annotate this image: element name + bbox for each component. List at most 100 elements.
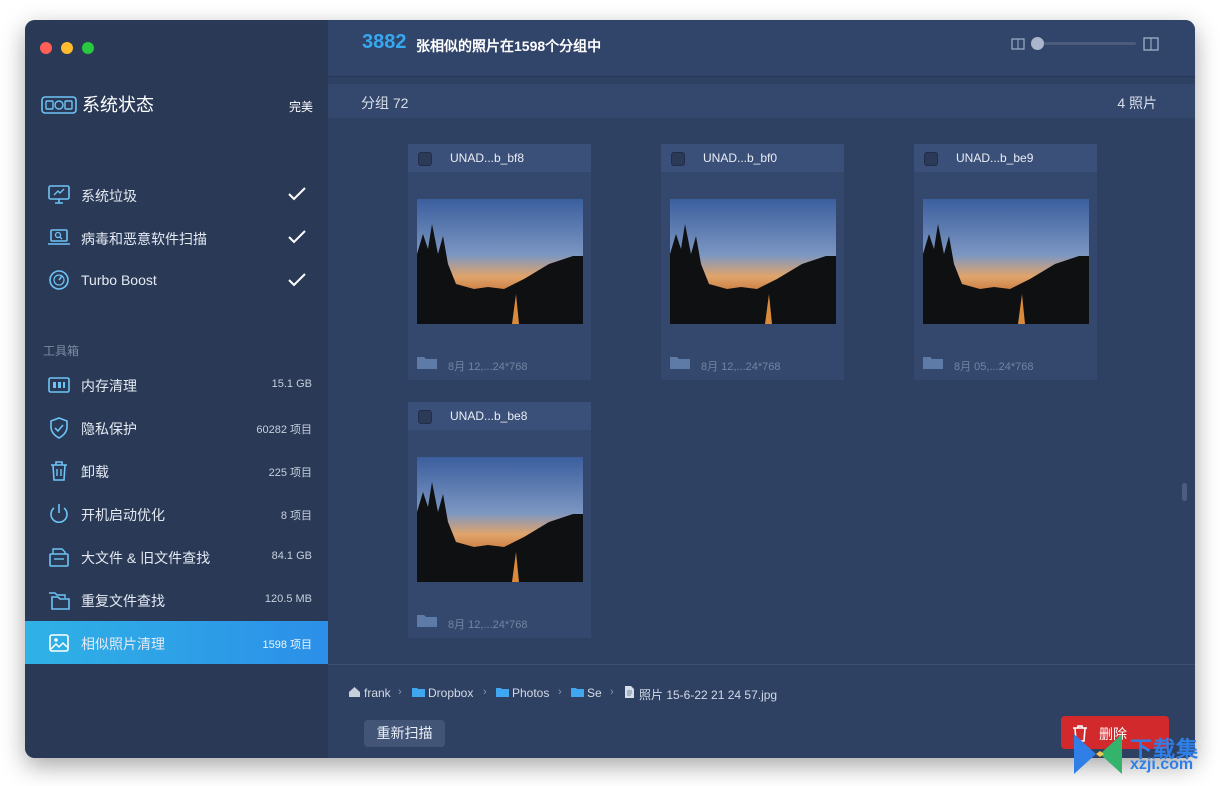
duplicate-folder-icon (49, 592, 70, 610)
summary-text: 张相似的照片在1598个分组中 (416, 38, 602, 54)
breadcrumb-label: Se (587, 686, 602, 700)
photo-info: 8月 12,...24*768 (448, 619, 528, 631)
sidebar-item-uninstall[interactable]: 卸载 225 项目 (25, 449, 328, 492)
sidebar-item-label: 卸载 (81, 464, 109, 480)
system-status[interactable]: 系统状态 完美 (41, 94, 313, 118)
sidebar-item-startup[interactable]: 开机启动优化 8 项目 (25, 492, 328, 535)
thumbnail-small-icon[interactable] (1011, 38, 1025, 50)
sidebar-item-meta: 120.5 MB (264, 593, 312, 605)
sidebar-item-label: 重复文件查找 (81, 593, 165, 609)
chevron-right-icon: › (398, 686, 402, 698)
photo-checkbox[interactable] (924, 152, 938, 166)
photo-card-header: UNAD...b_bf0 (661, 144, 844, 172)
photo-thumbnail[interactable] (417, 199, 583, 324)
toolbox-heading: 工具箱 (43, 344, 80, 358)
photo-card-header: UNAD...b_bf8 (408, 144, 591, 172)
sidebar-item-meta: 60282 项目 (256, 424, 312, 436)
checkmark-icon (288, 230, 306, 244)
photo-thumbnail[interactable] (417, 457, 583, 582)
folder-icon (496, 688, 509, 697)
sidebar-item-similar-photos[interactable]: 相似照片清理 1598 项目 (25, 621, 328, 664)
chevron-right-icon: › (558, 686, 562, 698)
photo-info: 8月 12,...24*768 (448, 361, 528, 373)
main-panel: 3882 张相似的照片在1598个分组中 分组 72 4 照片 UNAD...b… (328, 20, 1195, 758)
photo-info: 8月 05,...24*768 (954, 361, 1034, 373)
photo-card[interactable]: UNAD...b_be8 8月 12,...24*768 (408, 402, 591, 638)
sidebar-item-label: 大文件 & 旧文件查找 (81, 550, 211, 566)
sidebar-item-meta: 1598 项目 (262, 639, 312, 651)
sidebar-item-duplicates[interactable]: 重复文件查找 120.5 MB (25, 578, 328, 621)
sidebar-item-large-files[interactable]: 大文件 & 旧文件查找 84.1 GB (25, 535, 328, 578)
photo-filename: UNAD...b_be9 (956, 151, 1034, 165)
sidebar-item-privacy[interactable]: 隐私保护 60282 项目 (25, 406, 328, 449)
sidebar-item-label: 隐私保护 (81, 421, 137, 437)
checkmark-icon (288, 187, 306, 201)
document-icon (625, 686, 634, 698)
photo-card[interactable]: UNAD...b_be9 8月 05,...24*768 (914, 144, 1097, 380)
breadcrumb-label: Dropbox (428, 686, 474, 700)
folder-icon[interactable] (922, 354, 944, 370)
window-controls (40, 42, 94, 54)
system-status-value: 完美 (288, 100, 313, 114)
photo-checkbox[interactable] (418, 152, 432, 166)
photo-filename: UNAD...b_bf8 (450, 151, 525, 165)
app-window: 系统状态 完美 系统垃圾 病毒和恶意软件扫描 Turbo Boost 工具箱 内… (25, 20, 1195, 758)
sidebar-item-meta: 8 项目 (280, 510, 312, 522)
action-bar: 重新扫描 删除 (328, 708, 1195, 758)
photo-filename: UNAD...b_be8 (450, 409, 528, 423)
power-icon (50, 504, 68, 523)
breadcrumb-label: frank (364, 686, 391, 700)
folder-icon[interactable] (669, 354, 691, 370)
photo-checkbox[interactable] (418, 410, 432, 424)
group-photo-count: 4 照片 (1117, 95, 1157, 111)
minimize-button[interactable] (61, 42, 73, 54)
photo-card-header: UNAD...b_be8 (408, 402, 591, 430)
monitor-icon (48, 185, 70, 204)
sidebar-item-malware[interactable]: 病毒和恶意软件扫描 (47, 225, 307, 249)
checkmark-icon (288, 273, 306, 287)
breadcrumb-label: 照片 15-6-22 21 24 57.jpg (639, 688, 778, 702)
rescan-button[interactable]: 重新扫描 (364, 720, 445, 747)
watermark-logo-icon (1074, 734, 1122, 774)
scrollbar[interactable] (1182, 483, 1187, 501)
photo-filename: UNAD...b_bf0 (703, 151, 778, 165)
folder-icon[interactable] (416, 354, 438, 370)
photo-icon (49, 634, 69, 652)
group-name: 分组 72 (361, 95, 409, 111)
sidebar-item-meta: 84.1 GB (271, 550, 312, 562)
photo-checkbox[interactable] (671, 152, 685, 166)
thumbnail-size-slider[interactable] (1034, 42, 1136, 45)
photo-card-header: UNAD...b_be9 (914, 144, 1097, 172)
chevron-right-icon: › (610, 686, 614, 698)
zoom-button[interactable] (82, 42, 94, 54)
photo-card[interactable]: UNAD...b_bf8 8月 12,...24*768 (408, 144, 591, 380)
sidebar-item-label: 病毒和恶意软件扫描 (81, 231, 207, 247)
sidebar-item-meta: 15.1 GB (271, 378, 312, 390)
sidebar-item-label: 开机启动优化 (81, 507, 165, 523)
sidebar-item-label: 相似照片清理 (81, 636, 165, 652)
site-watermark: 下载集 xzji.com (1068, 728, 1218, 778)
photo-thumbnail[interactable] (923, 199, 1089, 324)
system-status-icon (41, 96, 77, 114)
chevron-right-icon: › (483, 686, 487, 698)
photo-thumbnail[interactable] (670, 199, 836, 324)
folder-icon[interactable] (416, 612, 438, 628)
memory-icon (48, 377, 70, 393)
shield-icon (50, 417, 68, 439)
slider-knob[interactable] (1031, 37, 1044, 50)
file-box-icon (49, 548, 69, 567)
thumbnail-large-icon[interactable] (1143, 37, 1159, 51)
summary-header: 3882 张相似的照片在1598个分组中 (328, 20, 1195, 77)
close-button[interactable] (40, 42, 52, 54)
trash-icon (51, 461, 67, 481)
sidebar-item-memory[interactable]: 内存清理 15.1 GB (25, 363, 328, 406)
sidebar-item-turbo-boost[interactable]: Turbo Boost (47, 268, 307, 292)
sidebar-item-junk[interactable]: 系统垃圾 (47, 182, 307, 206)
sidebar: 系统状态 完美 系统垃圾 病毒和恶意软件扫描 Turbo Boost 工具箱 内… (25, 20, 328, 758)
photo-card[interactable]: UNAD...b_bf0 8月 12,...24*768 (661, 144, 844, 380)
sidebar-item-label: 系统垃圾 (81, 188, 137, 204)
breadcrumb-label: Photos (512, 686, 550, 700)
folder-icon (571, 688, 584, 697)
sidebar-item-label: 内存清理 (81, 378, 137, 394)
group-header: 分组 72 4 照片 (328, 84, 1195, 118)
